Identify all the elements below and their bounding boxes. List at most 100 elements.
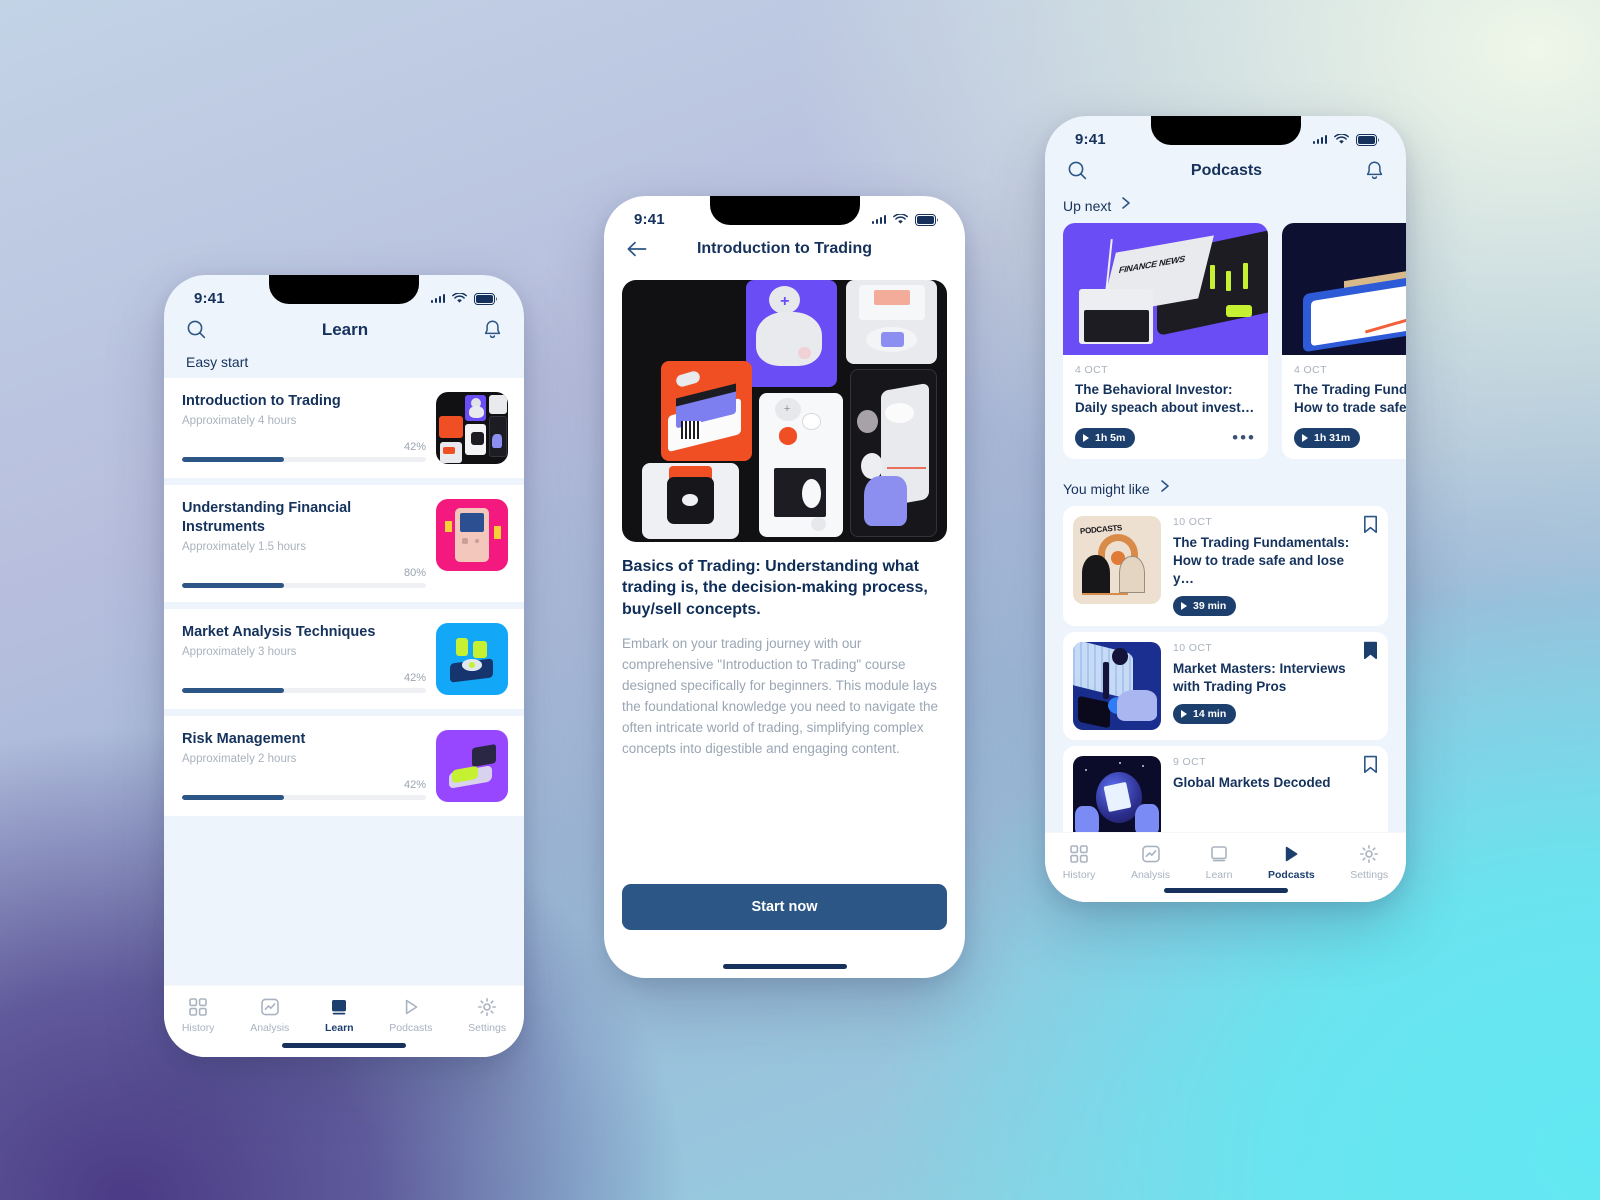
tab-label: Analysis [250,1022,290,1034]
status-icons [871,213,940,226]
tab-label: History [1062,869,1096,881]
tab-label: Learn [325,1022,354,1034]
course-card[interactable]: Introduction to Trading Approximately 4 … [164,378,524,478]
search-icon[interactable] [186,319,207,340]
progress-fill [182,583,285,589]
podcasts-app-header: Podcasts [1045,150,1406,187]
course-card[interactable]: Market Analysis Techniques Approximately… [164,609,524,710]
course-card-body: Risk Management Approximately 2 hours 42… [182,730,426,801]
progress-fill [182,688,285,694]
status-time: 9:41 [1075,131,1106,148]
course-progress: 42% [182,441,426,463]
podcast-meta: 4 OCT The Behavioral Investor: Daily spe… [1063,355,1268,459]
bell-icon[interactable] [1365,160,1384,181]
podcast-meta: 4 OCT The Trading Fundamentals: How to t… [1282,355,1406,459]
podcast-date: 4 OCT [1294,364,1327,376]
tab-settings[interactable]: Settings [468,997,506,1034]
tab-settings[interactable]: Settings [1350,844,1388,881]
tab-learn[interactable]: Learn [325,997,354,1034]
course-detail-paragraph: Embark on your trading journey with our … [622,635,938,757]
chevron-right-icon[interactable] [1120,196,1132,215]
chevron-right-icon[interactable] [1159,479,1171,498]
bookmark-icon[interactable] [1363,755,1378,779]
start-now-button[interactable]: Start now [622,884,947,930]
duration-label: 39 min [1193,600,1227,613]
course-duration: Approximately 3 hours [182,646,297,659]
course-card[interactable]: Risk Management Approximately 2 hours 42… [164,716,524,817]
tab-history[interactable]: History [1062,844,1096,881]
cellular-signal-icon [430,293,445,304]
course-hero-illustration: + + [622,280,947,542]
duration-label: 14 min [1193,708,1227,721]
tab-analysis[interactable]: Analysis [1131,844,1170,881]
status-time: 9:41 [194,290,225,307]
you-might-like-list: PODCASTS 10 OCT The Trading Fundamentals… [1045,506,1406,855]
list-item-body: 10 OCT Market Masters: Interviews with T… [1173,642,1378,730]
course-thumbnail-gameboy [436,499,508,571]
list-item-body: 10 OCT The Trading Fundamentals: How to … [1173,515,1378,617]
course-thumbnail-risk [436,730,508,803]
tab-label: Learn [1205,869,1233,881]
tab-history[interactable]: History [182,997,215,1034]
status-bar: 9:41 [164,275,524,309]
status-bar: 9:41 [1045,116,1406,150]
course-title: Risk Management [182,731,306,748]
status-icons [430,292,499,305]
podcast-card[interactable]: 4 OCT The Trading Fundamentals: How to t… [1282,223,1406,459]
tab-podcasts[interactable]: Podcasts [389,997,432,1034]
course-detail-body: Basics of Trading: Understanding what tr… [604,542,965,759]
duration-pill[interactable]: 14 min [1173,704,1237,725]
phone-course-detail-screen: 9:41 Introduction to Trading + + Basics … [604,196,965,978]
podcast-title: The Trading Fundamentals: How to trade s… [1294,382,1406,416]
tab-podcasts[interactable]: Podcasts [1268,844,1315,881]
cellular-signal-icon [1312,134,1327,145]
podcast-title: Global Markets Decoded [1173,775,1331,791]
up-next-carousel[interactable]: FINANCE NEWS 4 OCT The Behavioral Invest… [1045,223,1406,459]
section-header-you-might-like[interactable]: You might like [1045,459,1406,506]
duration-pill[interactable]: 39 min [1173,596,1237,617]
learn-app-header: Learn [164,309,524,348]
list-item[interactable]: 10 OCT Market Masters: Interviews with T… [1063,632,1388,741]
play-icon [1181,602,1187,611]
course-progress: 42% [182,779,426,801]
course-title: Market Analysis Techniques [182,624,376,641]
bookmark-icon[interactable] [1363,515,1378,539]
more-horizontal-icon[interactable]: ••• [1232,429,1256,445]
section-header-up-next[interactable]: Up next [1045,187,1406,223]
course-card-body: Market Analysis Techniques Approximately… [182,623,426,694]
progress-fill [182,795,285,801]
home-indicator [282,1043,406,1048]
podcast-cover-microphone-desk [1073,642,1161,731]
progress-track [182,583,426,589]
podcast-cover-finance-news: FINANCE NEWS [1063,223,1268,355]
podcast-card[interactable]: FINANCE NEWS 4 OCT The Behavioral Invest… [1063,223,1268,459]
search-icon[interactable] [1067,160,1088,181]
progress-percent: 42% [403,441,426,454]
back-arrow-icon[interactable] [626,240,648,258]
progress-track [182,688,426,694]
duration-pill[interactable]: 1h 5m [1075,428,1136,448]
tab-analysis[interactable]: Analysis [250,997,289,1034]
tab-label: Settings [1350,869,1389,881]
status-bar: 9:41 [604,196,965,230]
duration-label: 1h 5m [1095,432,1126,444]
duration-row: 39 min [1173,596,1356,617]
course-title: Introduction to Trading [182,393,341,409]
progress-track [182,457,426,463]
home-indicator [722,964,847,969]
course-card[interactable]: Understanding Financial Instruments Appr… [164,485,524,603]
podcast-title: The Behavioral Investor: Daily speach ab… [1075,382,1255,416]
course-card-body: Understanding Financial Instruments Appr… [182,499,426,589]
podcast-date: 10 OCT [1173,516,1213,528]
page-title: Introduction to Trading [696,240,873,257]
tab-learn[interactable]: Learn [1205,844,1233,881]
list-item[interactable]: PODCASTS 10 OCT The Trading Fundamentals… [1063,506,1388,627]
progress-percent: 42% [403,672,426,685]
bookmark-filled-icon[interactable] [1363,641,1378,665]
duration-pill[interactable]: 1h 31m [1294,428,1361,448]
bell-icon[interactable] [483,319,502,340]
phone-learn-screen: 9:41 Learn Easy start Introduction to Tr… [164,275,524,1057]
podcast-footer: 1h 5m ••• [1075,428,1256,448]
page-title: Learn [321,319,369,339]
phone-podcasts-screen: 9:41 Podcasts Up next FINANCE NEWS 4 OCT… [1045,116,1406,902]
